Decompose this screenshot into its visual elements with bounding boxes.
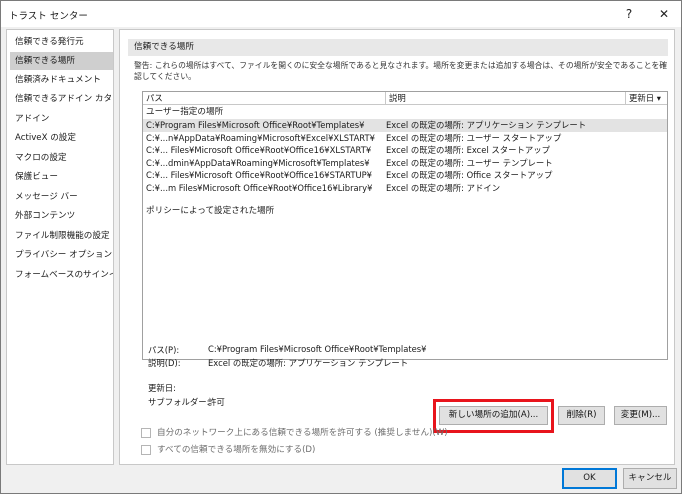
sidebar-item-protected-view[interactable]: 保護ビュー <box>10 168 113 186</box>
close-button[interactable]: ✕ <box>653 4 675 24</box>
ok-button[interactable]: OK <box>562 468 617 489</box>
trust-center-dialog: トラスト センター ? ✕ 信頼できる発行元 信頼できる場所 信頼済みドキュメン… <box>0 0 682 494</box>
checkbox-box[interactable] <box>141 445 151 455</box>
sidebar-item-message-bar[interactable]: メッセージ バー <box>10 188 113 206</box>
row-path: C:¥...dmin¥AppData¥Roaming¥Microsoft¥Tem… <box>146 157 370 168</box>
checkbox-box[interactable] <box>141 428 151 438</box>
row-path: C:¥...n¥AppData¥Roaming¥Microsoft¥Excel¥… <box>146 132 375 143</box>
row-path: C:¥Program Files¥Microsoft Office¥Root¥T… <box>146 120 365 130</box>
help-button[interactable]: ? <box>618 4 640 24</box>
sidebar-item-activex-settings[interactable]: ActiveX の設定 <box>10 129 113 147</box>
table-row[interactable]: C:¥Program Files¥Microsoft Office¥Root¥T… <box>143 119 667 132</box>
sidebar-item-trusted-publishers[interactable]: 信頼できる発行元 <box>10 33 113 51</box>
row-description: Excel の既定の場所: Excel スタートアップ <box>386 145 551 155</box>
sidebar-item-trusted-addin-catalogs[interactable]: 信頼できるアドイン カタログ <box>10 90 113 108</box>
sidebar-item-trusted-locations[interactable]: 信頼できる場所 <box>10 52 113 70</box>
disable-all-label: すべての信頼できる場所を無効にする(D) <box>157 445 316 455</box>
table-row[interactable]: C:¥...m Files¥Microsoft Office¥Root¥Offi… <box>143 182 667 195</box>
row-description: Excel の既定の場所: Office スタートアップ <box>386 170 553 180</box>
column-header-modified[interactable]: 更新日 ▾ <box>626 92 667 105</box>
table-row[interactable]: C:¥...dmin¥AppData¥Roaming¥Microsoft¥Tem… <box>143 157 667 170</box>
sidebar-item-trusted-documents[interactable]: 信頼済みドキュメント <box>10 71 113 89</box>
content-panel: 信頼できる場所 警告: これらの場所はすべて、ファイルを開くのに安全な場所である… <box>119 29 675 465</box>
subfolders-value: 許可 <box>208 397 225 407</box>
cancel-button[interactable]: キャンセル <box>623 468 677 489</box>
allow-network-label: 自分のネットワーク上にある信頼できる場所を許可する (推奨しません)(W) <box>157 428 448 438</box>
add-location-button[interactable]: 新しい場所の追加(A)... <box>439 406 548 425</box>
subfolders-label: サブフォルダー: <box>148 397 210 407</box>
remove-button[interactable]: 削除(R) <box>558 406 605 425</box>
path-value: C:¥Program Files¥Microsoft Office¥Root¥T… <box>208 344 427 354</box>
row-path: C:¥... Files¥Microsoft Office¥Root¥Offic… <box>146 145 372 155</box>
sidebar-item-form-based-signin[interactable]: フォームベースのサインイン <box>10 266 113 284</box>
sidebar-item-external-content[interactable]: 外部コンテンツ <box>10 207 113 225</box>
modified-label: 更新日: <box>148 383 176 393</box>
sidebar-item-addins[interactable]: アドイン <box>10 110 113 128</box>
category-sidebar: 信頼できる発行元 信頼できる場所 信頼済みドキュメント 信頼できるアドイン カタ… <box>6 29 114 465</box>
sidebar-item-file-block-settings[interactable]: ファイル制限機能の設定 <box>10 227 113 245</box>
group-policy-locations: ポリシーによって設定された場所 <box>146 206 275 216</box>
warning-text: 警告: これらの場所はすべて、ファイルを開くのに安全な場所であると見なされます。… <box>134 61 668 81</box>
disable-all-checkbox[interactable]: すべての信頼できる場所を無効にする(D) <box>141 444 441 456</box>
row-description: Excel の既定の場所: アドイン <box>386 182 501 193</box>
row-description: Excel の既定の場所: ユーザー スタートアップ <box>386 132 562 143</box>
column-header-description[interactable]: 説明 <box>386 92 626 105</box>
path-label: パス(P): <box>148 345 180 355</box>
section-title: 信頼できる場所 <box>128 39 668 56</box>
row-description: Excel の既定の場所: ユーザー テンプレート <box>386 157 553 168</box>
allow-network-checkbox[interactable]: 自分のネットワーク上にある信頼できる場所を許可する (推奨しません)(W) <box>141 427 448 439</box>
window-title: トラスト センター <box>9 11 88 22</box>
table-row[interactable]: C:¥... Files¥Microsoft Office¥Root¥Offic… <box>143 169 667 182</box>
sidebar-item-privacy-options[interactable]: プライバシー オプション <box>10 246 113 264</box>
table-row[interactable]: C:¥...n¥AppData¥Roaming¥Microsoft¥Excel¥… <box>143 132 667 145</box>
column-header-path[interactable]: パス <box>143 92 386 105</box>
description-label: 説明(D): <box>148 358 181 368</box>
description-value: Excel の既定の場所: アプリケーション テンプレート <box>208 358 409 368</box>
sidebar-item-macro-settings[interactable]: マクロの設定 <box>10 149 113 167</box>
modify-button[interactable]: 変更(M)... <box>614 406 667 425</box>
title-bar: トラスト センター ? ✕ <box>1 1 681 27</box>
group-user-locations: ユーザー指定の場所 <box>146 107 224 117</box>
row-path: C:¥... Files¥Microsoft Office¥Root¥Offic… <box>146 170 372 180</box>
table-row[interactable]: C:¥... Files¥Microsoft Office¥Root¥Offic… <box>143 144 667 157</box>
trusted-locations-list[interactable]: パス 説明 更新日 ▾ ユーザー指定の場所 C:¥Program Files¥M… <box>142 91 668 360</box>
row-description: Excel の既定の場所: アプリケーション テンプレート <box>386 120 587 130</box>
row-path: C:¥...m Files¥Microsoft Office¥Root¥Offi… <box>146 182 373 193</box>
